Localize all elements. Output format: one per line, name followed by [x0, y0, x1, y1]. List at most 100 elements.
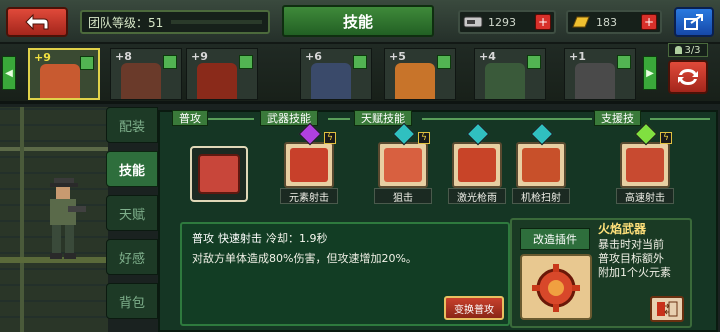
resource-gold: 183 +	[566, 10, 662, 34]
desc-cooldown: 冷却：1.9秒	[266, 232, 328, 245]
tab-talent[interactable]: 天赋	[106, 195, 158, 231]
basic-attack-slot[interactable]	[190, 146, 248, 202]
skill-icon-frame	[620, 142, 670, 188]
category-divider	[650, 118, 710, 120]
role-icon	[437, 55, 451, 69]
hero-card[interactable]: +4	[474, 48, 546, 100]
hero-character	[50, 178, 86, 259]
tab-bag[interactable]: 背包	[106, 283, 158, 319]
category-basic-attack: 普攻	[172, 110, 208, 126]
role-icon	[80, 56, 94, 70]
tab-skills[interactable]: 技能	[106, 151, 158, 187]
side-tabs: 配装 技能 天赋 好感 背包	[106, 107, 158, 332]
swap-plugin-button[interactable]	[650, 296, 684, 322]
team-level-bar	[171, 20, 262, 24]
skill-label: 元素射击	[280, 188, 338, 204]
chevron-right-icon[interactable]: ▶	[643, 56, 657, 90]
hero-card[interactable]: +5	[384, 48, 456, 100]
basic-attack-icon	[198, 154, 240, 194]
skill-icon	[522, 148, 560, 182]
plugin-tab[interactable]: 改造插件	[520, 228, 590, 250]
add-device-button[interactable]: +	[535, 14, 551, 30]
hero-portrait	[121, 63, 161, 99]
person-icon	[675, 46, 683, 54]
role-icon	[239, 55, 253, 69]
skill-icon-frame	[452, 142, 502, 188]
tab-loadout[interactable]: 配装	[106, 107, 158, 143]
plugin-line-3: 附加1个火元素	[598, 266, 671, 279]
hero-star-level: +9	[191, 50, 208, 63]
team-slots: 3/3	[668, 43, 708, 57]
category-divider	[328, 118, 350, 120]
skill-icon-frame	[378, 142, 428, 188]
skill-slot[interactable]: 激光枪雨	[448, 122, 506, 204]
hero-star-level: +5	[389, 50, 406, 63]
swap-team-button[interactable]	[668, 60, 708, 94]
skill-label: 狙击	[374, 188, 432, 204]
page-title: 技能	[282, 5, 434, 37]
hero-star-level: +9	[34, 51, 51, 64]
share-button[interactable]	[674, 7, 714, 37]
category-divider	[422, 118, 592, 120]
skill-label: 高速射击	[616, 188, 674, 204]
skill-icon	[290, 148, 328, 182]
hero-card[interactable]: +8	[110, 48, 182, 100]
skill-slot[interactable]: 机枪扫射	[512, 122, 570, 204]
hero-portrait	[575, 63, 615, 99]
skill-slot[interactable]: 元素射击 ϟ	[280, 122, 338, 204]
flame-gear-icon	[532, 264, 580, 312]
back-arrow-icon	[25, 13, 49, 31]
skill-label: 机枪扫射	[512, 188, 570, 204]
back-button[interactable]	[6, 7, 68, 37]
gold-bar-icon	[572, 16, 590, 28]
hero-selector: ◀ +9 +8 +9 +6 +5 +4 +1 ▶	[0, 44, 720, 104]
team-level-label: 团队等级：51	[88, 15, 164, 30]
hero-card[interactable]: +1	[564, 48, 636, 100]
change-basic-attack-button[interactable]: 变换普攻	[444, 296, 504, 320]
category-divider	[208, 118, 254, 120]
plugin-box: 改造插件 火焰武器 暴击时对当前 普攻目标额外 附加1个火元素	[510, 218, 692, 328]
desc-text: 对敌方单体造成80%伤害，但攻速增加20%。	[192, 252, 417, 265]
hero-portrait	[197, 63, 237, 99]
resource-device-amount: 1293	[488, 15, 516, 29]
hero-star-level: +1	[569, 50, 586, 63]
desc-name: 快速射击	[218, 232, 262, 245]
hero-card[interactable]: +9	[28, 48, 100, 100]
skill-icon	[626, 148, 664, 182]
skill-slot[interactable]: 狙击 ϟ	[374, 122, 432, 204]
tab-affinity[interactable]: 好感	[106, 239, 158, 275]
hero-star-level: +8	[115, 50, 132, 63]
plugin-slot[interactable]	[520, 254, 592, 320]
plugin-details: 火焰武器 暴击时对当前 普攻目标额外 附加1个火元素	[598, 222, 694, 280]
skill-icon	[458, 148, 496, 182]
hero-card[interactable]: +9	[186, 48, 258, 100]
category-support-skill: 支援技	[594, 110, 641, 126]
skill-icon	[384, 148, 422, 182]
role-icon	[617, 55, 631, 69]
skill-slot[interactable]: 高速射击 ϟ	[616, 122, 674, 204]
share-icon	[684, 14, 703, 30]
add-gold-button[interactable]: +	[641, 14, 657, 30]
hero-portrait	[395, 63, 435, 99]
top-bar: 团队等级：51 技能 1293 + 183 +	[0, 0, 720, 44]
swap-icon	[657, 301, 678, 317]
device-icon	[463, 16, 483, 28]
lightning-icon: ϟ	[324, 132, 336, 144]
skill-label: 激光枪雨	[448, 188, 506, 204]
plugin-line-1: 暴击时对当前	[598, 238, 664, 251]
role-icon	[353, 55, 367, 69]
hero-portrait	[40, 64, 80, 98]
skill-panel: 普攻 武器技能 天赋技能 支援技 元素射击 ϟ 狙击 ϟ 激光枪雨 机枪扫射 高速射击 ϟ 普…	[158, 110, 718, 332]
role-icon	[527, 55, 541, 69]
hero-card[interactable]: +6	[300, 48, 372, 100]
swap-icon	[678, 69, 698, 85]
chevron-left-icon[interactable]: ◀	[2, 56, 16, 90]
hero-star-level: +4	[479, 50, 496, 63]
hero-portrait	[311, 63, 351, 99]
resource-gold-amount: 183	[596, 15, 617, 29]
skill-description: 普攻 快速射击 冷却：1.9秒 对敌方单体造成80%伤害，但攻速增加20%。 变…	[180, 222, 510, 326]
desc-type: 普攻	[192, 232, 214, 245]
hero-star-level: +6	[305, 50, 322, 63]
hero-portrait	[485, 63, 525, 99]
lightning-icon: ϟ	[660, 132, 672, 144]
